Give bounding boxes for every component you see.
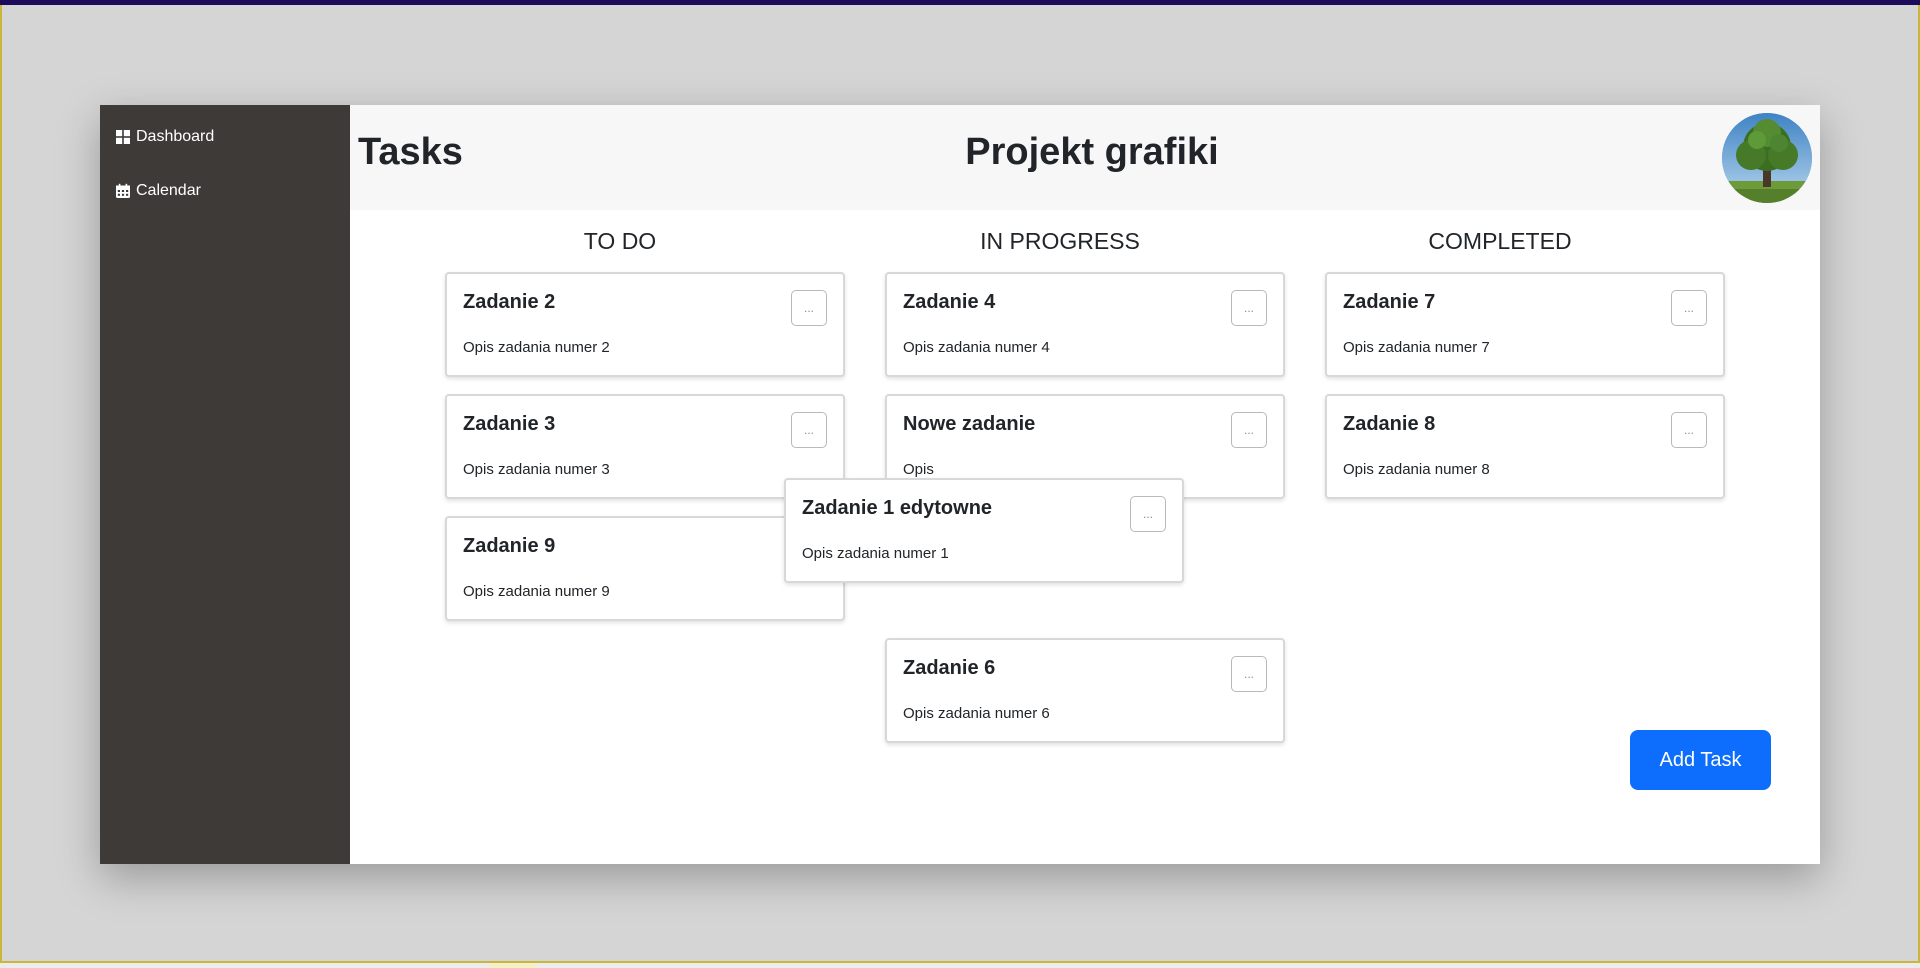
sidebar: Dashboard Calendar: [100, 105, 350, 864]
card-title: Zadanie 9: [463, 535, 556, 557]
sidebar-item-calendar[interactable]: Calendar: [100, 177, 350, 205]
project-title: Projekt grafiki: [965, 131, 1219, 173]
app-window: Dashboard Calendar Tasks Projekt grafiki…: [100, 105, 1820, 864]
add-task-button[interactable]: Add Task: [1630, 730, 1771, 790]
window-bottom-mark: [490, 963, 536, 968]
tree-avatar-image: [1722, 113, 1812, 203]
column-title-completed: COMPLETED: [1428, 228, 1572, 254]
card-description: Opis zadania numer 7: [1343, 339, 1490, 356]
card-description: Opis zadania numer 4: [903, 339, 1050, 356]
card-description: Opis zadania numer 1: [802, 545, 949, 562]
sidebar-item-dashboard[interactable]: Dashboard: [100, 123, 350, 151]
task-card-zadanie-7[interactable]: Zadanie 7 Opis zadania numer 7 ...: [1325, 272, 1725, 377]
card-title: Zadanie 3: [463, 413, 556, 435]
card-menu-button[interactable]: ...: [1231, 290, 1267, 326]
card-title: Zadanie 6: [903, 657, 996, 679]
card-description: Opis: [903, 461, 934, 478]
main-content: Tasks Projekt grafiki TO DO IN PROGRESS …: [350, 105, 1820, 864]
card-title: Nowe zadanie: [903, 413, 1036, 435]
card-description: Opis zadania numer 9: [463, 583, 610, 600]
column-title-in-progress: IN PROGRESS: [980, 228, 1140, 254]
task-card-dragging[interactable]: Zadanie 1 edytowne Opis zadania numer 1 …: [784, 478, 1184, 583]
card-menu-button[interactable]: ...: [791, 412, 827, 448]
card-menu-button[interactable]: ...: [1671, 412, 1707, 448]
card-menu-button[interactable]: ...: [1231, 656, 1267, 692]
card-menu-button[interactable]: ...: [1231, 412, 1267, 448]
column-title-todo: TO DO: [583, 228, 657, 254]
calendar-icon: [116, 183, 130, 198]
sidebar-item-label: Calendar: [136, 182, 201, 199]
card-menu-button[interactable]: ...: [791, 290, 827, 326]
card-menu-button[interactable]: ...: [1130, 496, 1166, 532]
card-description: Opis zadania numer 2: [463, 339, 610, 356]
avatar[interactable]: [1722, 113, 1812, 203]
task-card-zadanie-6[interactable]: Zadanie 6 Opis zadania numer 6 ...: [885, 638, 1285, 743]
header: Tasks Projekt grafiki: [350, 105, 1820, 210]
card-title: Zadanie 2: [463, 291, 556, 313]
card-title: Zadanie 8: [1343, 413, 1436, 435]
task-card-zadanie-4[interactable]: Zadanie 4 Opis zadania numer 4 ...: [885, 272, 1285, 377]
card-title: Zadanie 7: [1343, 291, 1436, 313]
card-description: Opis zadania numer 6: [903, 705, 1050, 722]
card-title: Zadanie 1 edytowne: [802, 497, 993, 519]
sidebar-item-label: Dashboard: [136, 128, 215, 145]
dashboard-icon: [116, 130, 130, 144]
card-title: Zadanie 4: [903, 291, 996, 313]
task-card-zadanie-8[interactable]: Zadanie 8 Opis zadania numer 8 ...: [1325, 394, 1725, 499]
card-menu-button[interactable]: ...: [1671, 290, 1707, 326]
card-description: Opis zadania numer 3: [463, 461, 610, 478]
card-description: Opis zadania numer 8: [1343, 461, 1490, 478]
task-card-zadanie-2[interactable]: Zadanie 2 Opis zadania numer 2 ...: [445, 272, 845, 377]
window-bottom-strip: [0, 963, 1920, 968]
